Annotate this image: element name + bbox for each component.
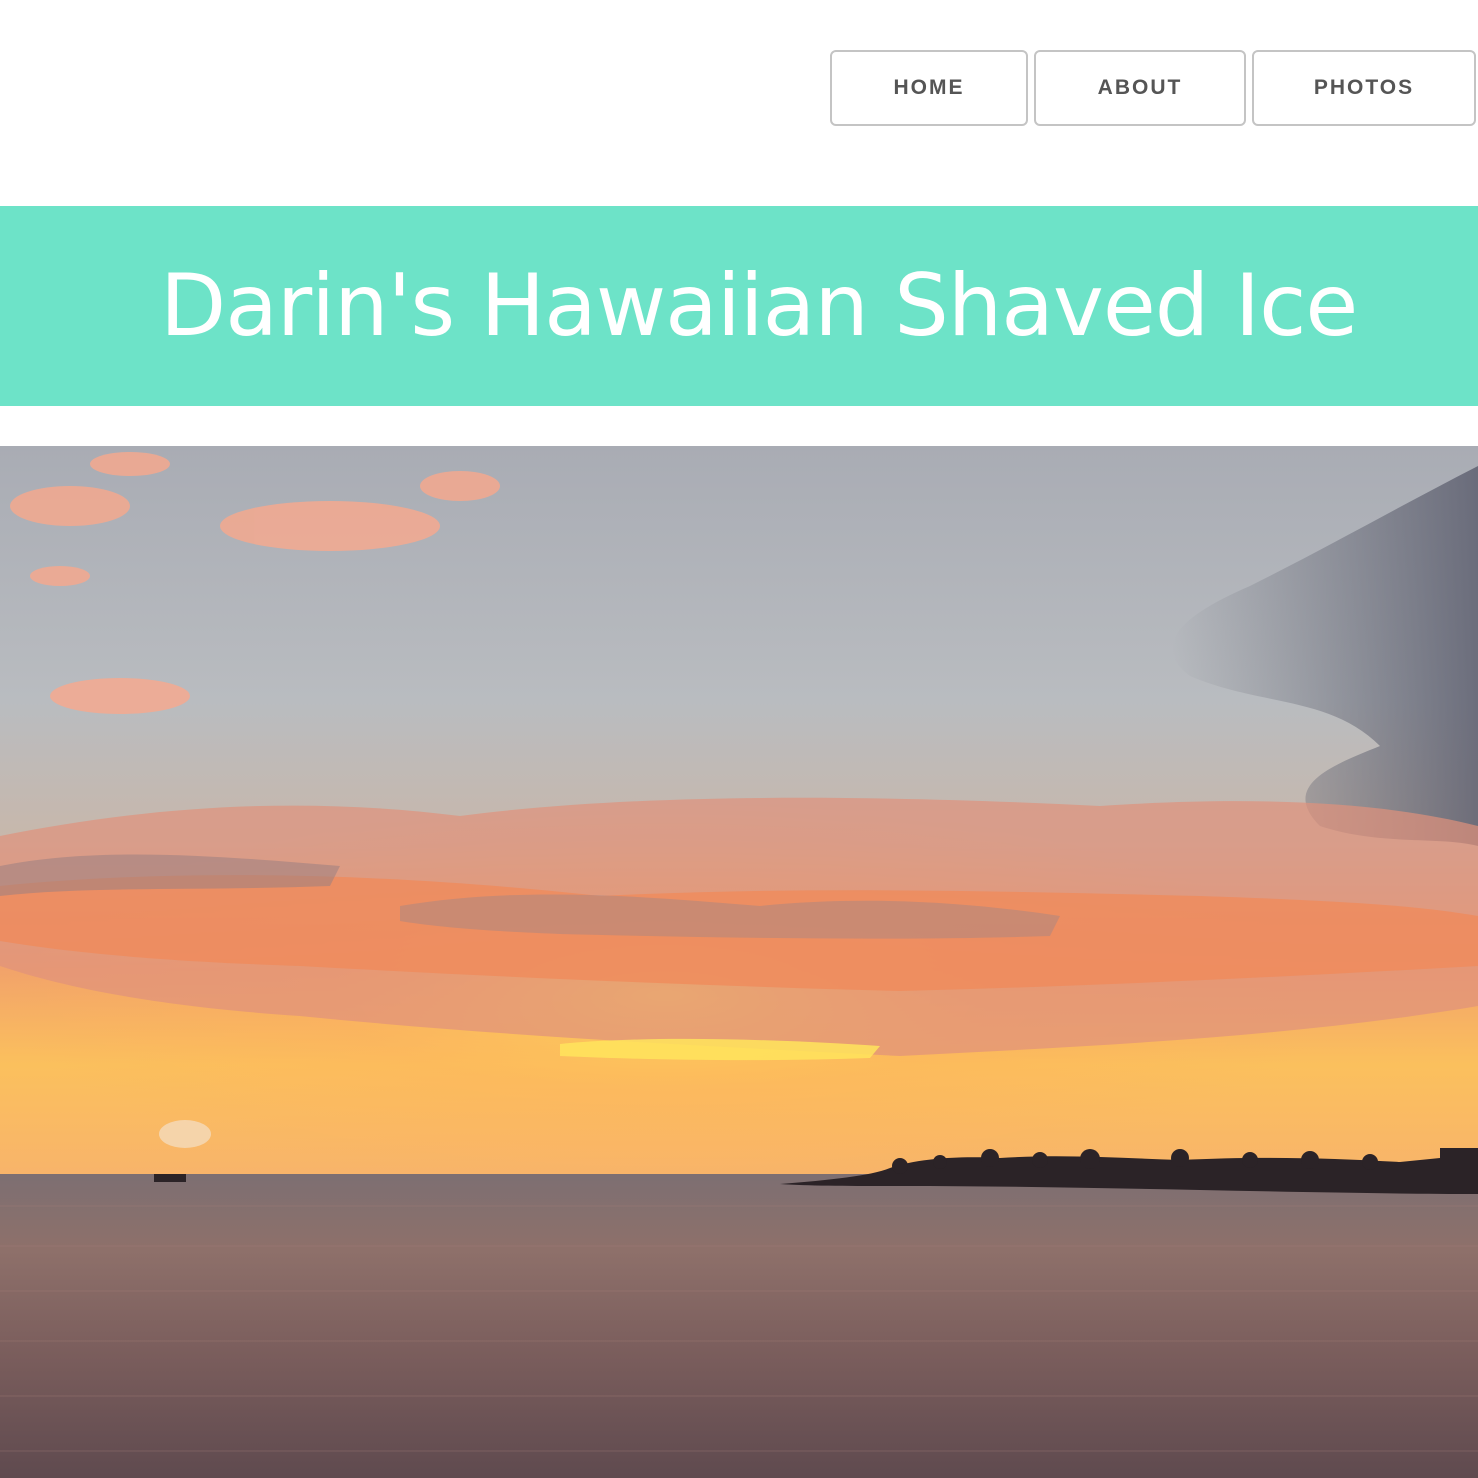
nav-photos-button[interactable]: PHOTOS [1252, 50, 1476, 126]
boat [154, 1174, 186, 1182]
nav-home-button[interactable]: HOME [830, 50, 1028, 126]
page: HOME ABOUT PHOTOS Darin's Hawaiian Shave… [0, 0, 1478, 1478]
sunset-photo [0, 446, 1478, 1478]
hero-image [0, 446, 1478, 1478]
site-title: Darin's Hawaiian Shaved Ice [160, 256, 1358, 356]
nav-about-button[interactable]: ABOUT [1034, 50, 1246, 126]
ocean [0, 1174, 1478, 1478]
small-cloud [159, 1120, 211, 1148]
title-banner: Darin's Hawaiian Shaved Ice [0, 206, 1478, 406]
